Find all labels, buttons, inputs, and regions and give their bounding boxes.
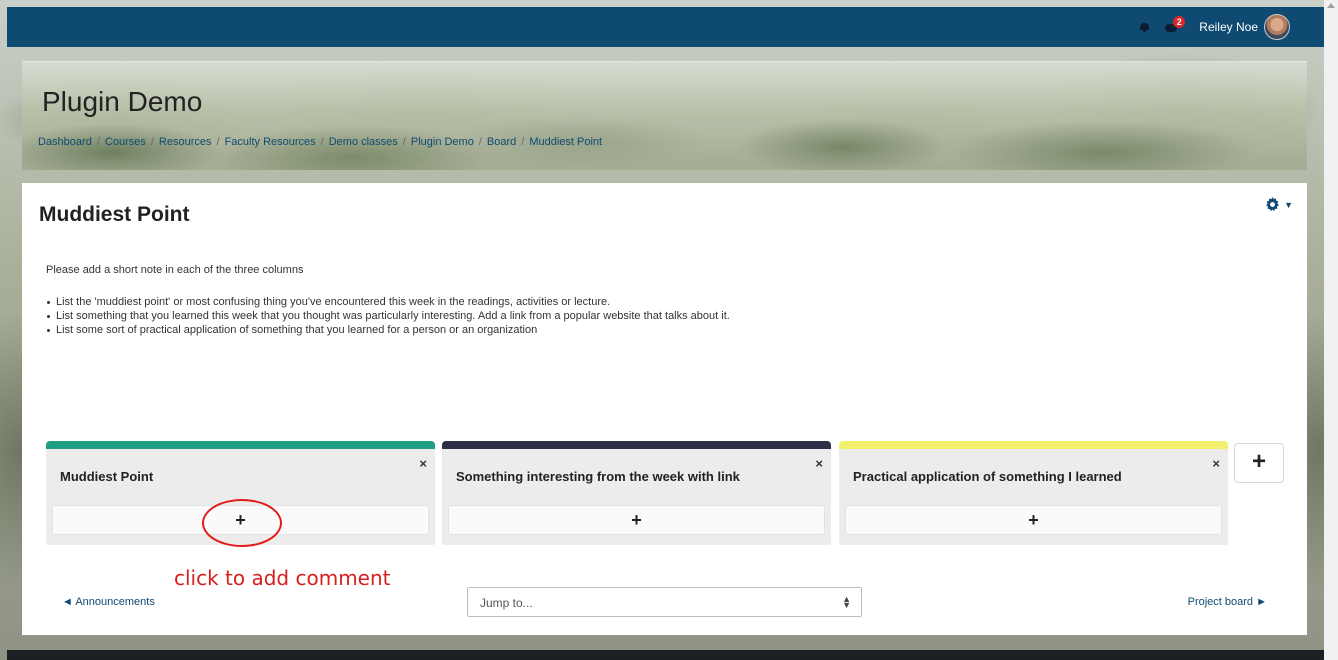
add-note-button[interactable]: + — [845, 505, 1222, 535]
column-color-bar — [839, 441, 1228, 449]
message-count-badge: 2 — [1173, 16, 1186, 28]
intro-text: Please add a short note in each of the t… — [46, 264, 304, 276]
main-content: ▼ Muddiest Point Please add a short note… — [22, 183, 1307, 635]
column-color-bar — [442, 441, 831, 449]
next-activity-link[interactable]: Project board ► — [1188, 596, 1267, 608]
navbar-user-area: 2 Reiley Noe — [1140, 14, 1290, 40]
close-icon[interactable]: × — [815, 457, 823, 470]
top-navbar: 2 Reiley Noe — [7, 7, 1324, 47]
avatar[interactable] — [1264, 14, 1290, 40]
board-column-something-interesting: Something interesting from the week with… — [442, 441, 831, 545]
plus-icon: + — [1251, 448, 1266, 475]
plus-icon: + — [631, 510, 642, 530]
header-background-image — [22, 62, 1307, 170]
page-header: Plugin Demo Dashboard / Courses / Resour… — [22, 61, 1307, 170]
breadcrumb-item-courses[interactable]: Courses — [105, 136, 146, 148]
column-heading: Muddiest Point — [60, 469, 154, 484]
list-item: List some sort of practical application … — [46, 323, 730, 337]
list-item: List the 'muddiest point' or most confus… — [46, 295, 730, 309]
breadcrumb: Dashboard / Courses / Resources / Facult… — [38, 136, 603, 148]
chevron-down-icon[interactable]: ▼ — [1284, 200, 1293, 210]
plus-icon: + — [1028, 510, 1039, 530]
column-color-bar — [46, 441, 435, 449]
footer-bar — [7, 650, 1324, 660]
chat-icon[interactable]: 2 — [1165, 16, 1186, 32]
gear-icon[interactable] — [1265, 197, 1280, 212]
scroll-up-arrow-icon[interactable] — [1327, 3, 1335, 8]
page-title: Plugin Demo — [42, 86, 203, 117]
add-note-button[interactable]: + — [448, 505, 825, 535]
add-column-button[interactable]: + — [1234, 443, 1284, 483]
annotation-ring — [202, 499, 282, 547]
breadcrumb-item-faculty-resources[interactable]: Faculty Resources — [225, 136, 316, 148]
close-icon[interactable]: × — [1212, 457, 1220, 470]
jump-to-select[interactable]: Jump to... ▲ ▼ — [467, 587, 862, 617]
bell-icon[interactable] — [1140, 22, 1150, 32]
settings-menu[interactable]: ▼ — [1265, 197, 1293, 212]
instructions-list: List the 'muddiest point' or most confus… — [46, 295, 730, 337]
previous-activity-link[interactable]: ◄ Announcements — [62, 596, 155, 608]
board-column-practical-application: Practical application of something I lea… — [839, 441, 1228, 545]
breadcrumb-item-muddiest-point[interactable]: Muddiest Point — [529, 136, 602, 148]
breadcrumb-item-plugin-demo[interactable]: Plugin Demo — [411, 136, 474, 148]
annotation-text: click to add comment — [174, 566, 391, 590]
activity-title: Muddiest Point — [39, 203, 190, 226]
select-arrows-icon: ▲ ▼ — [842, 594, 851, 610]
user-name[interactable]: Reiley Noe — [1199, 20, 1258, 34]
close-icon[interactable]: × — [419, 457, 427, 470]
column-heading: Practical application of something I lea… — [853, 469, 1122, 484]
breadcrumb-item-dashboard[interactable]: Dashboard — [38, 136, 92, 148]
page-scrollbar[interactable] — [1324, 0, 1338, 660]
list-item: List something that you learned this wee… — [46, 309, 730, 323]
breadcrumb-item-resources[interactable]: Resources — [159, 136, 212, 148]
breadcrumb-item-demo-classes[interactable]: Demo classes — [329, 136, 398, 148]
breadcrumb-item-board[interactable]: Board — [487, 136, 516, 148]
column-heading: Something interesting from the week with… — [456, 469, 740, 484]
jump-to-placeholder: Jump to... — [480, 596, 533, 610]
